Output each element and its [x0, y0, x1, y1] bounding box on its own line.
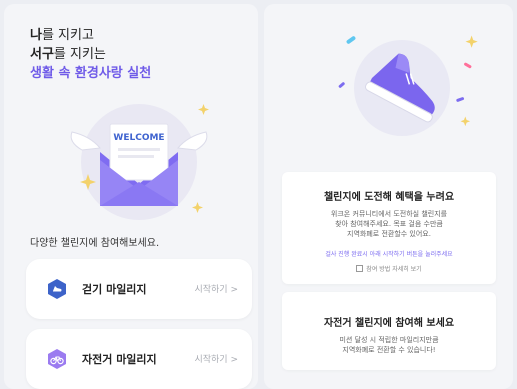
intro-panel: 나를 지키고 서구를 지키는 생활 속 환경사랑 실천 WELCOME 다양한 …: [4, 4, 258, 389]
walking-mileage-card[interactable]: 걷기 마일리지 시작하기 >: [26, 259, 252, 319]
benefit-note: 걸사 진행 완료시 아래 시작하기 버튼을 눌러주세요: [325, 251, 453, 258]
bicycle-challenge-title: 자전거 챌린지에 참여해 보세요: [323, 318, 455, 329]
headline-line-2: 서구를 지키는: [30, 47, 106, 62]
external-link-icon: [356, 265, 364, 272]
how-to-participate-link[interactable]: 참여 방법 자세히 보기: [282, 264, 496, 273]
headline-line-3: 생활 속 환경사랑 실천: [30, 66, 152, 81]
benefit-title: 챌린지에 도전해 혜택을 누려요: [323, 192, 455, 203]
headline-line-1: 나를 지키고: [30, 28, 94, 43]
welcome-envelope-illustration: WELCOME: [64, 102, 214, 222]
bicycle-start-button[interactable]: 시작하기 >: [194, 352, 238, 365]
bicycle-icon: [46, 348, 68, 370]
bicycle-mileage-card[interactable]: 자전거 마일리지 시작하기 >: [26, 329, 252, 389]
challenge-info-panel: 챌린지에 도전해 혜택을 누려요 위크온 커뮤니티에서 도전하실 챌린지를 찾아…: [264, 4, 513, 389]
walking-start-button[interactable]: 시작하기 >: [194, 282, 238, 295]
challenge-benefit-card: 챌린지에 도전해 혜택을 누려요 위크온 커뮤니티에서 도전하실 챌린지를 찾아…: [282, 172, 496, 284]
sneaker-illustration: [314, 24, 484, 144]
walking-mileage-label: 걷기 마일리지: [82, 283, 147, 296]
shoe-icon: [46, 278, 68, 300]
headline: 나를 지키고 서구를 지키는 생활 속 환경사랑 실천: [30, 26, 151, 83]
section-title: 다양한 챌린지에 참여해보세요.: [30, 238, 160, 249]
bicycle-mileage-label: 자전거 마일리지: [82, 353, 157, 366]
welcome-text: WELCOME: [113, 133, 164, 143]
benefit-description: 위크온 커뮤니티에서 도전하실 챌린지를 찾아 참여해주세요. 목표 걸음 수만…: [330, 210, 448, 238]
bicycle-challenge-description: 미션 달성 시 적립한 마일리지만큼 지역화폐로 전환할 수 있습니다!: [339, 336, 439, 354]
bicycle-challenge-card: 자전거 챌린지에 참여해 보세요 미션 달성 시 적립한 마일리지만큼 지역화폐…: [282, 292, 496, 370]
